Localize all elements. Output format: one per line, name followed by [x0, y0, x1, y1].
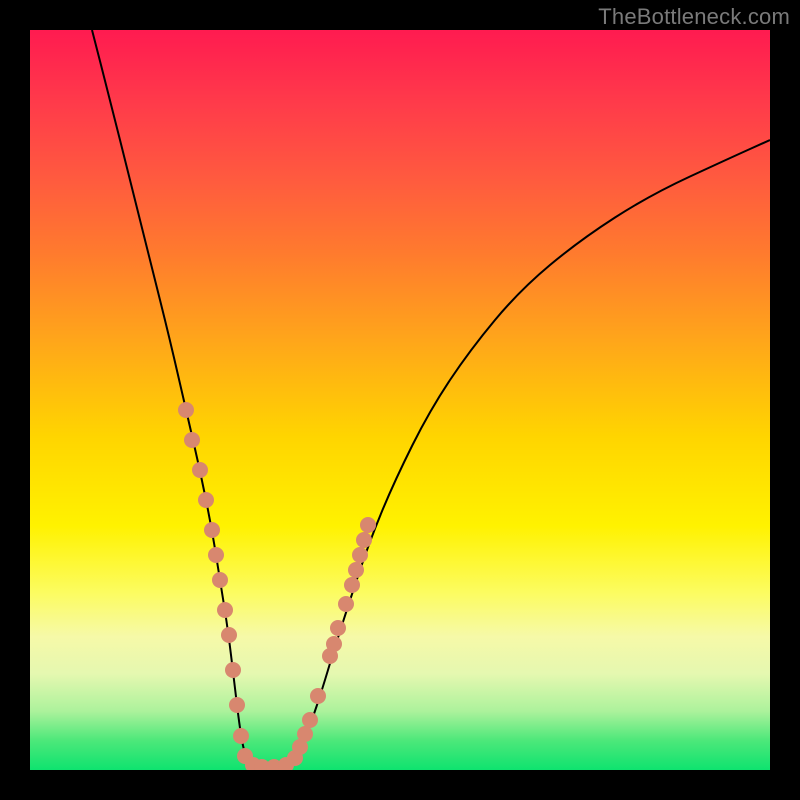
data-dot	[178, 402, 194, 418]
data-dot	[217, 602, 233, 618]
data-dots	[178, 402, 376, 770]
data-dot	[208, 547, 224, 563]
data-dot	[245, 757, 261, 770]
data-dot	[278, 757, 294, 770]
data-dot	[287, 750, 303, 766]
data-dot	[322, 648, 338, 664]
data-dot	[338, 596, 354, 612]
data-dot	[348, 562, 364, 578]
data-dot	[229, 697, 245, 713]
data-dot	[292, 739, 308, 755]
data-dot	[352, 547, 368, 563]
data-dot	[212, 572, 228, 588]
left-curve	[92, 30, 262, 767]
curve-layer	[30, 30, 770, 770]
data-dot	[302, 712, 318, 728]
data-dot	[266, 759, 282, 770]
data-dot	[297, 726, 313, 742]
data-dot	[356, 532, 372, 548]
data-dot	[326, 636, 342, 652]
right-curve	[262, 140, 770, 767]
chart-stage: TheBottleneck.com	[0, 0, 800, 800]
data-dot	[198, 492, 214, 508]
data-dot	[310, 688, 326, 704]
data-dot	[237, 748, 253, 764]
watermark-text: TheBottleneck.com	[598, 4, 790, 30]
plot-area	[30, 30, 770, 770]
data-dot	[184, 432, 200, 448]
data-dot	[192, 462, 208, 478]
data-dot	[204, 522, 220, 538]
data-dot	[254, 759, 270, 770]
data-dot	[330, 620, 346, 636]
data-dot	[360, 517, 376, 533]
data-dot	[221, 627, 237, 643]
data-dot	[233, 728, 249, 744]
data-dot	[225, 662, 241, 678]
data-dot	[344, 577, 360, 593]
